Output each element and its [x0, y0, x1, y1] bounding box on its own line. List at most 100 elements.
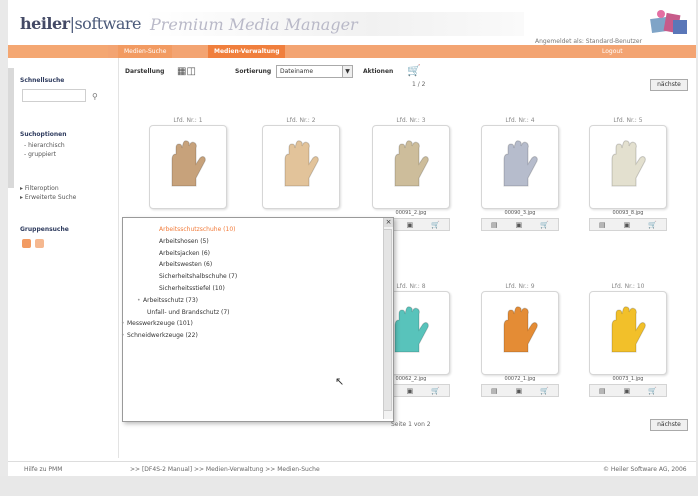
info-icon[interactable]: ▤ [491, 221, 498, 229]
tree-bullet-icon: • [121, 332, 125, 340]
file-name: 00093_8.jpg [612, 210, 644, 216]
item-number: Lfd. Nr.: 9 [505, 283, 535, 290]
glove-icon [171, 140, 206, 187]
item-number: Lfd. Nr.: 4 [505, 117, 535, 124]
option-hierarchical[interactable]: - hierarchisch [24, 142, 65, 149]
close-icon[interactable]: × [384, 218, 393, 227]
app-window: heiler|software Premium Media Manager An… [8, 0, 696, 496]
item-number: Lfd. Nr.: 1 [173, 117, 203, 124]
file-name: 00091_2.jpg [395, 210, 427, 216]
glove-icon [503, 140, 538, 187]
quick-search-input[interactable] [22, 89, 86, 102]
product-thumbnail[interactable] [589, 125, 667, 209]
info-icon[interactable]: ▤ [599, 221, 606, 229]
link-filter-option[interactable]: ▸ Filteroption [20, 185, 59, 192]
download-icon[interactable]: ▣ [407, 387, 414, 395]
cart-icon[interactable]: 🛒 [431, 387, 440, 395]
glove-icon [503, 306, 538, 353]
cart-icon[interactable]: 🛒 [648, 221, 657, 229]
category-tree-popup: × Arbeitsschutzschuhe (10) Arbeitshosen (… [121, 217, 394, 422]
sidebar-scroll-handle[interactable] [8, 68, 14, 188]
cart-icon[interactable]: 🛒 [540, 387, 549, 395]
glove-icon [394, 140, 429, 187]
product-thumbnail[interactable] [481, 291, 559, 375]
item-number: Lfd. Nr.: 3 [396, 117, 426, 124]
logo: heiler|software [20, 14, 142, 33]
category-item[interactable]: Unfall- und Brandschutz (7) [147, 309, 230, 316]
popup-scroll-thumb[interactable] [383, 229, 392, 411]
download-icon[interactable]: ▣ [407, 221, 414, 229]
breadcrumb: >> [DF4S-2 Manual] >> Medien-Verwaltung … [130, 466, 320, 473]
info-icon[interactable]: ▤ [599, 387, 606, 395]
category-item[interactable]: Arbeitshosen (5) [159, 238, 209, 245]
tab-media-management[interactable]: Medien-Verwaltung [208, 45, 286, 58]
page-indicator: 1 / 2 [412, 81, 426, 88]
tab-logout[interactable]: Logout [596, 45, 629, 58]
product-thumbnail[interactable] [372, 125, 450, 209]
item-number: Lfd. Nr.: 2 [286, 117, 316, 124]
product-title-banner: Premium Media Manager [144, 12, 524, 36]
download-icon[interactable]: ▣ [624, 221, 631, 229]
bottom-page-indicator: Seite 1 von 2 [391, 421, 431, 428]
option-grouped[interactable]: - gruppiert [24, 151, 56, 158]
info-icon[interactable]: ▤ [491, 387, 498, 395]
login-info: Angemeldet als: Standard-Benutzer [535, 38, 643, 45]
bottom-next-button[interactable]: nächste [650, 419, 688, 431]
item-number: Lfd. Nr.: 5 [613, 117, 643, 124]
item-actions: ▤ ▣ 🛒 [481, 218, 559, 231]
tree-bullet-icon: • [137, 296, 141, 304]
file-name: 00073_1.jpg [612, 376, 644, 382]
cart-icon[interactable]: 🛒 [648, 387, 657, 395]
help-link[interactable]: Hilfe zu PMM [24, 466, 62, 473]
group-icon-1[interactable] [22, 239, 31, 248]
product-thumbnail[interactable] [589, 291, 667, 375]
header: heiler|software Premium Media Manager An… [8, 0, 696, 45]
product-thumbnail[interactable] [481, 125, 559, 209]
media-stack-icon [650, 10, 687, 34]
category-item[interactable]: Arbeitswesten (6) [159, 261, 212, 268]
sort-select[interactable]: Dateiname ▼ [276, 65, 353, 78]
link-advanced-search[interactable]: ▸ Erweiterte Suche [20, 194, 76, 201]
search-icon[interactable]: ⚲ [92, 92, 98, 101]
download-icon[interactable]: ▣ [624, 387, 631, 395]
product-thumbnail[interactable] [262, 125, 340, 209]
glove-icon [284, 140, 319, 187]
item-actions: ▤ ▣ 🛒 [589, 218, 667, 231]
group-icon-2[interactable] [35, 239, 44, 248]
item-number: Lfd. Nr.: 10 [611, 283, 645, 290]
cart-icon[interactable]: 🛒 [407, 64, 421, 77]
cart-icon[interactable]: 🛒 [540, 221, 549, 229]
glove-icon [611, 140, 646, 187]
category-item[interactable]: Arbeitsschutz (73) [143, 297, 198, 304]
next-page-button[interactable]: nächste [650, 79, 688, 91]
product-thumbnail[interactable] [149, 125, 227, 209]
category-item[interactable]: Schneidwerkzeuge (22) [127, 332, 198, 339]
search-options-title: Suchoptionen [20, 131, 67, 138]
category-item[interactable]: Sicherheitsstiefel (10) [159, 285, 225, 292]
file-name: 00072_1.jpg [504, 376, 536, 382]
cart-icon[interactable]: 🛒 [431, 221, 440, 229]
quick-search-title: Schnellsuche [20, 77, 65, 84]
nav-left-tab[interactable] [8, 45, 108, 58]
group-search-title: Gruppensuche [20, 226, 69, 233]
download-icon[interactable]: ▣ [516, 387, 523, 395]
file-name: 00090_3.jpg [504, 210, 536, 216]
category-item[interactable]: Arbeitsjacken (6) [159, 250, 210, 257]
copyright: © Heiler Software AG, 2006 [603, 466, 687, 473]
category-item[interactable]: Arbeitsschutzschuhe (10) [159, 226, 236, 233]
bottom-frame [0, 476, 698, 496]
glove-icon [611, 306, 646, 353]
main-nav: Medien-Suche Medien-Verwaltung Logout [8, 45, 696, 58]
item-actions: ▤ ▣ 🛒 [589, 384, 667, 397]
category-item[interactable]: Sicherheitshalbschuhe (7) [159, 273, 237, 280]
actions-label: Aktionen [363, 68, 394, 75]
mouse-cursor-icon: ↖ [335, 375, 345, 388]
view-mode-icons[interactable]: ▦◫ [177, 66, 196, 77]
category-item[interactable]: Messwerkzeuge (101) [127, 320, 193, 327]
tab-media-search[interactable]: Medien-Suche [118, 45, 173, 58]
download-icon[interactable]: ▣ [516, 221, 523, 229]
sort-label: Sortierung [235, 68, 272, 75]
chevron-down-icon: ▼ [342, 66, 352, 77]
toolbar: Darstellung ▦◫ Sortierung Dateiname ▼ Akt… [125, 64, 688, 91]
sidebar: Schnellsuche ⚲ Suchoptionen - hierarchis… [8, 58, 119, 458]
